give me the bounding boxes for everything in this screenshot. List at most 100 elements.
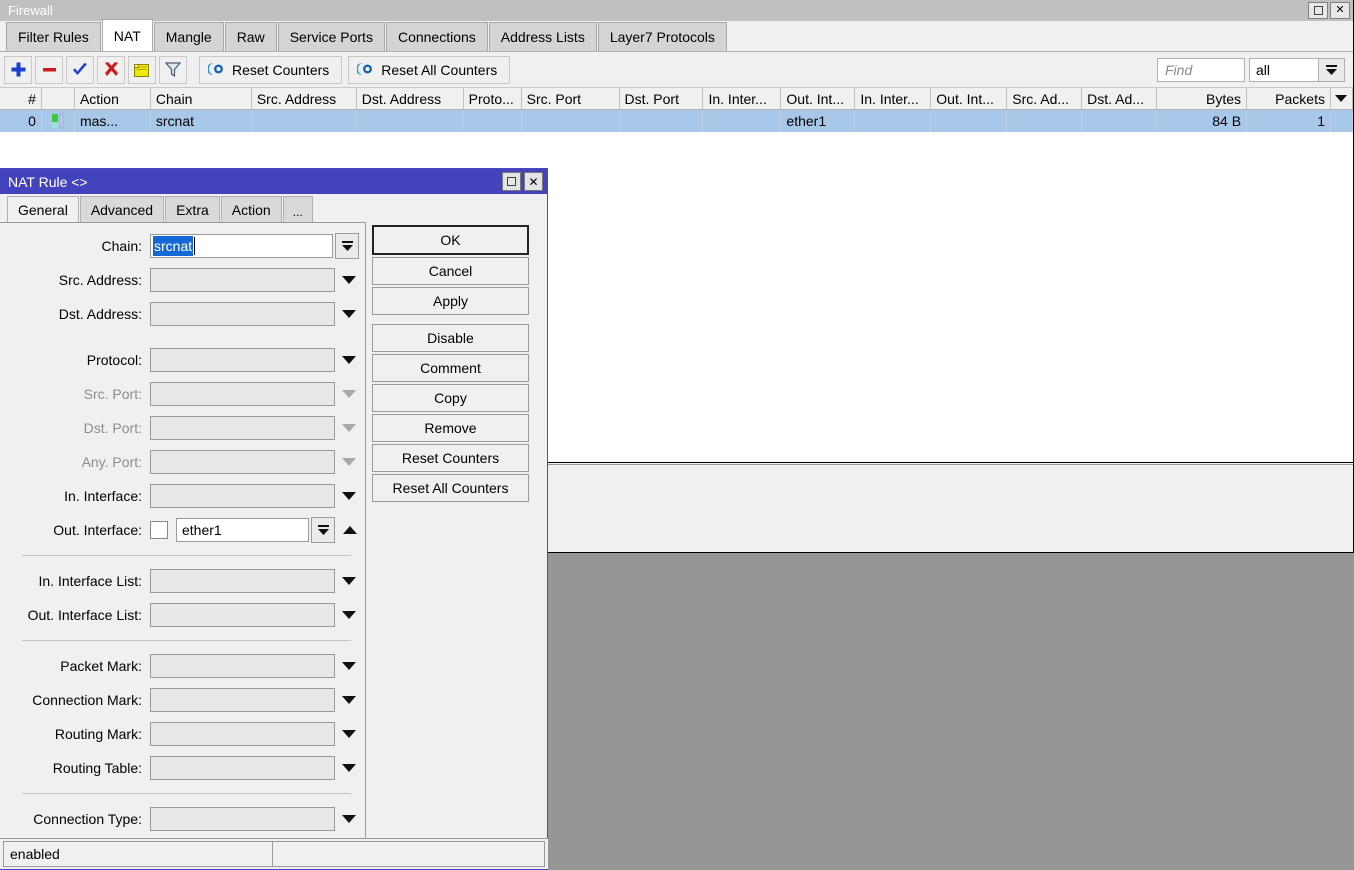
field-out-interface-list: Out. Interface List: bbox=[0, 598, 365, 632]
col-dst-address-list[interactable]: Dst. Ad... bbox=[1082, 88, 1157, 109]
dialog-tab-extra[interactable]: Extra bbox=[165, 196, 220, 222]
close-button[interactable]: ✕ bbox=[1330, 2, 1350, 19]
dialog-tab-advanced[interactable]: Advanced bbox=[80, 196, 164, 222]
ok-button[interactable]: OK bbox=[372, 225, 529, 255]
reset-all-counters-button[interactable]: Reset All Counters bbox=[348, 56, 510, 84]
tab-address-lists[interactable]: Address Lists bbox=[489, 22, 597, 51]
col-out-interface[interactable]: Out. Int... bbox=[781, 88, 855, 109]
dialog-tab-action[interactable]: Action bbox=[221, 196, 282, 222]
tab-raw[interactable]: Raw bbox=[225, 22, 277, 51]
col-src-port[interactable]: Src. Port bbox=[522, 88, 620, 109]
col-protocol[interactable]: Proto... bbox=[464, 88, 522, 109]
reset-counters-button[interactable]: Reset Counters bbox=[372, 444, 529, 472]
copy-button[interactable]: Copy bbox=[372, 384, 529, 412]
firewall-toolbar: Reset Counters Reset All Counters Find a… bbox=[0, 52, 1353, 88]
remove-button[interactable]: Remove bbox=[372, 414, 529, 442]
packet-mark-dropdown-icon[interactable] bbox=[342, 662, 356, 670]
tab-filter-rules[interactable]: Filter Rules bbox=[6, 22, 101, 51]
col-in-interface[interactable]: In. Inter... bbox=[703, 88, 781, 109]
cell-dst-address-list bbox=[1082, 110, 1157, 132]
col-index[interactable]: # bbox=[0, 88, 42, 109]
filter-select-value[interactable]: all bbox=[1249, 58, 1319, 82]
cancel-button[interactable]: Cancel bbox=[372, 257, 529, 285]
col-src-address[interactable]: Src. Address bbox=[252, 88, 357, 109]
col-out-interface-list[interactable]: Out. Int... bbox=[931, 88, 1007, 109]
remove-rule-button[interactable] bbox=[35, 56, 63, 84]
src-address-dropdown-icon[interactable] bbox=[342, 276, 356, 284]
field-dst-address: Dst. Address: bbox=[0, 297, 365, 331]
col-flags[interactable] bbox=[42, 88, 75, 109]
col-bytes[interactable]: Bytes bbox=[1157, 88, 1247, 109]
disable-button[interactable]: Disable bbox=[372, 324, 529, 352]
disable-rule-button[interactable] bbox=[97, 56, 125, 84]
chain-dropdown-button[interactable] bbox=[335, 233, 359, 259]
col-packets[interactable]: Packets bbox=[1247, 88, 1331, 109]
field-routing-mark: Routing Mark: bbox=[0, 717, 365, 751]
field-protocol: Protocol: bbox=[0, 343, 365, 377]
filter-select-dropdown[interactable] bbox=[1319, 58, 1345, 82]
connection-type-dropdown-icon[interactable] bbox=[342, 815, 356, 823]
dialog-tab-more[interactable]: ... bbox=[283, 196, 313, 222]
out-interface-collapse-icon[interactable] bbox=[343, 526, 357, 534]
out-interface-input[interactable]: ether1 bbox=[176, 518, 309, 542]
reset-counters-button[interactable]: Reset Counters bbox=[199, 56, 342, 84]
filter-button[interactable] bbox=[159, 56, 187, 84]
field-routing-table: Routing Table: bbox=[0, 751, 365, 785]
connection-mark-dropdown-icon[interactable] bbox=[342, 696, 356, 704]
table-row[interactable]: 0 mas... srcnat ether1 84 B 1 bbox=[0, 110, 1353, 132]
column-menu-button[interactable] bbox=[1331, 88, 1353, 109]
routing-mark-dropdown-icon[interactable] bbox=[342, 730, 356, 738]
in-interface-list-dropdown-icon[interactable] bbox=[342, 577, 356, 585]
out-interface-list-dropdown-icon[interactable] bbox=[342, 611, 356, 619]
remove-icon bbox=[41, 61, 58, 78]
tab-layer7-protocols[interactable]: Layer7 Protocols bbox=[598, 22, 727, 51]
dialog-restore-button[interactable] bbox=[502, 172, 521, 191]
chain-input[interactable]: srcnat bbox=[150, 234, 333, 258]
out-interface-list-input[interactable] bbox=[150, 603, 335, 627]
col-in-interface-list[interactable]: In. Inter... bbox=[855, 88, 931, 109]
connection-type-input[interactable] bbox=[150, 807, 335, 831]
in-interface-input[interactable] bbox=[150, 484, 335, 508]
dialog-close-button[interactable]: ✕ bbox=[524, 172, 543, 191]
note-icon bbox=[133, 62, 151, 78]
packet-mark-label: Packet Mark: bbox=[0, 658, 150, 674]
tab-mangle[interactable]: Mangle bbox=[154, 22, 224, 51]
routing-mark-input[interactable] bbox=[150, 722, 335, 746]
col-action[interactable]: Action bbox=[75, 88, 151, 109]
cell-src-address bbox=[252, 110, 357, 132]
protocol-dropdown-icon[interactable] bbox=[342, 356, 356, 364]
counter-all-icon bbox=[357, 62, 374, 77]
tab-connections[interactable]: Connections bbox=[386, 22, 488, 51]
in-interface-list-input[interactable] bbox=[150, 569, 335, 593]
search-input[interactable]: Find bbox=[1157, 58, 1245, 82]
routing-table-dropdown-icon[interactable] bbox=[342, 764, 356, 772]
reset-all-counters-button[interactable]: Reset All Counters bbox=[372, 474, 529, 502]
out-interface-label: Out. Interface: bbox=[0, 522, 150, 538]
enable-rule-button[interactable] bbox=[66, 56, 94, 84]
dialog-statusbar: enabled bbox=[0, 838, 548, 869]
dst-address-dropdown-icon[interactable] bbox=[342, 310, 356, 318]
connection-mark-input[interactable] bbox=[150, 688, 335, 712]
in-interface-dropdown-icon[interactable] bbox=[342, 492, 356, 500]
dst-address-input[interactable] bbox=[150, 302, 335, 326]
col-chain[interactable]: Chain bbox=[151, 88, 252, 109]
out-interface-dropdown-button[interactable] bbox=[311, 517, 335, 543]
chain-label: Chain: bbox=[0, 238, 150, 254]
packet-mark-input[interactable] bbox=[150, 654, 335, 678]
col-dst-port[interactable]: Dst. Port bbox=[620, 88, 704, 109]
tab-service-ports[interactable]: Service Ports bbox=[278, 22, 385, 51]
restore-button[interactable] bbox=[1308, 2, 1328, 19]
add-rule-button[interactable] bbox=[4, 56, 32, 84]
comment-button[interactable] bbox=[128, 56, 156, 84]
tab-nat[interactable]: NAT bbox=[102, 19, 153, 51]
col-src-address-list[interactable]: Src. Ad... bbox=[1007, 88, 1082, 109]
apply-button[interactable]: Apply bbox=[372, 287, 529, 315]
src-address-input[interactable] bbox=[150, 268, 335, 292]
protocol-input[interactable] bbox=[150, 348, 335, 372]
cell-bytes: 84 B bbox=[1157, 110, 1247, 132]
out-interface-negate-checkbox[interactable] bbox=[150, 521, 168, 539]
col-dst-address[interactable]: Dst. Address bbox=[357, 88, 464, 109]
comment-button[interactable]: Comment bbox=[372, 354, 529, 382]
dialog-tab-general[interactable]: General bbox=[7, 196, 79, 222]
routing-table-input[interactable] bbox=[150, 756, 335, 780]
